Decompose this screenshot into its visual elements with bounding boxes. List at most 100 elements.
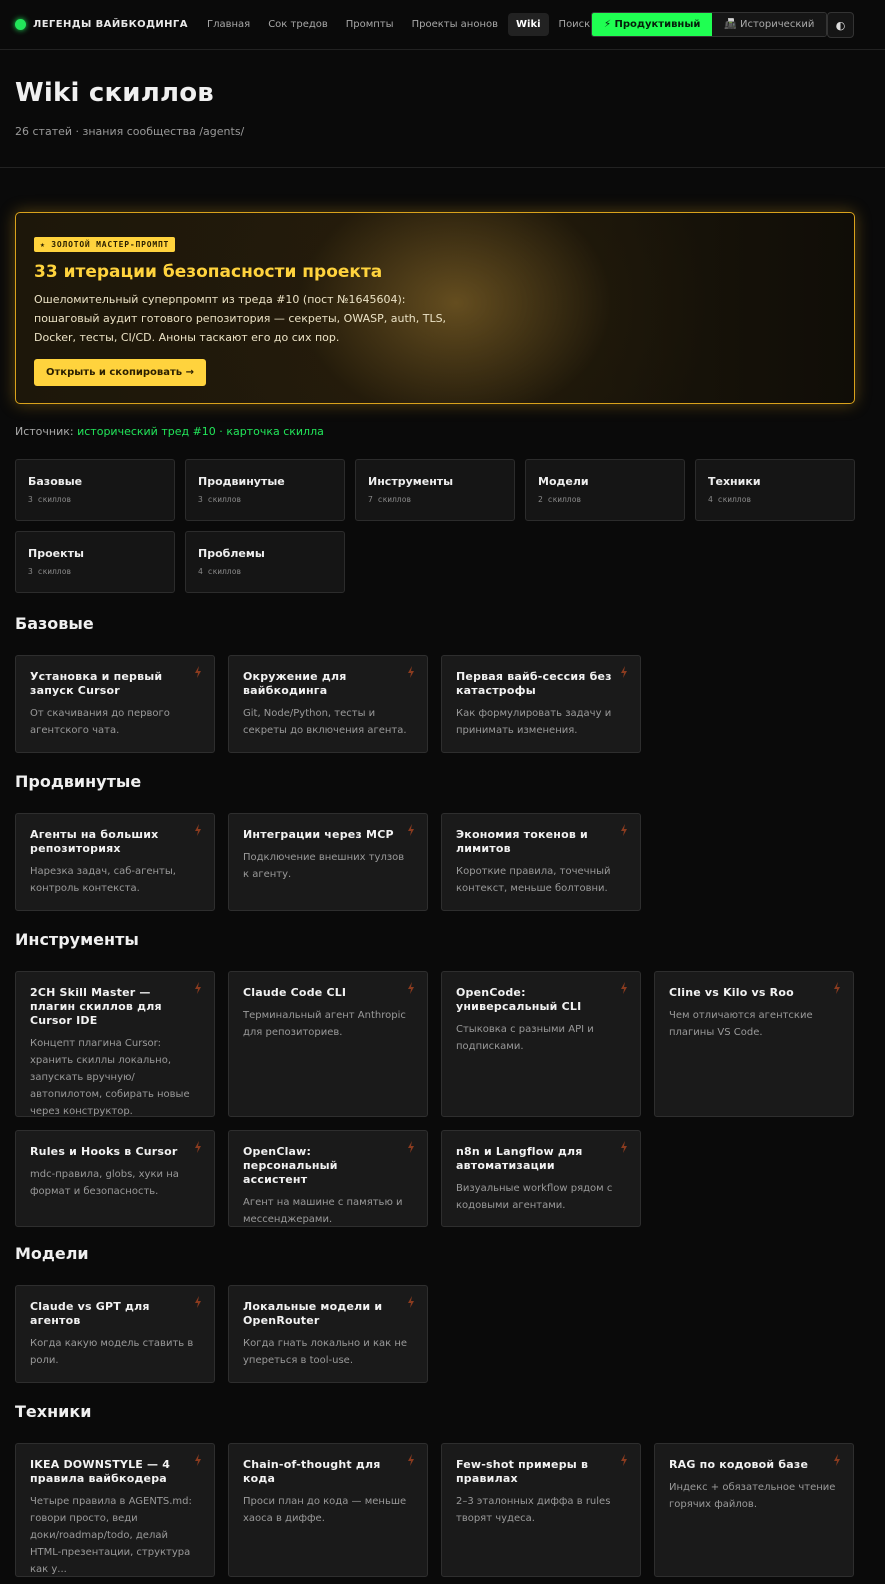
card-description: Когда гнать локально и как не упереться … [243, 1338, 408, 1366]
card-description: Концепт плагина Cursor: хранить скиллы л… [30, 1038, 190, 1117]
bolt-icon [195, 1296, 201, 1308]
skill-card[interactable]: Первая вайб-сессия без катастрофы Как фор… [441, 655, 641, 753]
skill-card[interactable]: OpenCode: универсальный CLI Стыковка с ра… [441, 971, 641, 1117]
skill-card[interactable]: Claude vs GPT для агентов Когда какую мод… [15, 1285, 215, 1383]
skill-card[interactable]: Few-shot примеры в правилах 2–3 эталонных… [441, 1443, 641, 1577]
skill-card[interactable]: Локальные модели и OpenRouter Когда гнать… [228, 1285, 428, 1383]
card-title: Claude vs GPT для агентов [30, 1300, 150, 1327]
mode-toggle: ⚡ Продуктивный 📠 Исторический [591, 12, 828, 37]
card-description: Стыковка с разными API и подписками. [456, 1024, 594, 1052]
category-name: Проблемы [198, 547, 265, 560]
source-link-thread[interactable]: исторический тред #10 [77, 425, 216, 438]
skill-card[interactable]: Cline vs Kilo vs Roo Чем отличаются агент… [654, 971, 854, 1117]
card-description: Когда какую модель ставить в роли. [30, 1338, 194, 1366]
section-cards-techniques: IKEA DOWNSTYLE — 4 правила вайбкодера Чет… [15, 1443, 860, 1577]
source-line: Источник: исторический тред #10 · карточ… [15, 425, 324, 438]
source-link-card[interactable]: карточка скилла [226, 425, 324, 438]
open-copy-button[interactable]: Открыть и скопировать → [34, 359, 206, 386]
nav-threads[interactable]: Сок тредов [260, 13, 336, 36]
card-title: Локальные модели и OpenRouter [243, 1300, 383, 1327]
skill-card[interactable]: 2CH Skill Master — плагин скиллов для Cu… [15, 971, 215, 1117]
section-cards-advanced: Агенты на больших репозиториях Нарезка за… [15, 813, 860, 911]
bolt-icon [834, 1454, 840, 1466]
category-card[interactable]: Техники 4 скиллов [695, 459, 855, 521]
bolt-icon [621, 1141, 627, 1153]
source-separator: · [215, 425, 227, 438]
skill-card[interactable]: OpenClaw: персональный ассистент Агент на… [228, 1130, 428, 1227]
category-card[interactable]: Проблемы 4 скиллов [185, 531, 345, 593]
mode-productive-button[interactable]: ⚡ Продуктивный [592, 13, 713, 36]
bolt-icon [195, 824, 201, 836]
card-description: От скачивания до первого агентского чата… [30, 708, 170, 736]
skill-card[interactable]: Экономия токенов и лимитов Короткие прави… [441, 813, 641, 911]
card-title: Few-shot примеры в правилах [456, 1458, 589, 1485]
skill-card[interactable]: Chain-of-thought для кода Проси план до к… [228, 1443, 428, 1577]
category-name: Техники [708, 475, 761, 488]
card-title: Агенты на больших репозиториях [30, 828, 159, 855]
card-description: Как формулировать задачу и принимать изм… [456, 708, 612, 736]
bolt-icon [834, 982, 840, 994]
category-card[interactable]: Инструменты 7 скиллов [355, 459, 515, 521]
card-description: 2–3 эталонных диффа в rules творят чудес… [456, 1496, 611, 1524]
logo-text: ЛЕГЕНДЫ ВАЙБКОДИНГА [33, 19, 188, 30]
skill-card[interactable]: Агенты на больших репозиториях Нарезка за… [15, 813, 215, 911]
bolt-icon [195, 1454, 201, 1466]
category-card[interactable]: Модели 2 скиллов [525, 459, 685, 521]
bolt-icon [621, 666, 627, 678]
bolt-icon [621, 824, 627, 836]
card-title: Интеграции через MCP [243, 828, 394, 841]
hero-banner: ★ ЗОЛОТОЙ МАСТЕР-ПРОМПТ 33 итерации безо… [15, 212, 855, 404]
skill-card[interactable]: n8n и Langflow для автоматизации Визуальн… [441, 1130, 641, 1227]
category-count: 4 скиллов [708, 495, 752, 504]
nav-wiki[interactable]: Wiki [508, 13, 549, 36]
category-count: 2 скиллов [538, 495, 582, 504]
nav-prompts[interactable]: Промпты [338, 13, 402, 36]
skill-card[interactable]: Rules и Hooks в Cursor mdc-правила, globs… [15, 1130, 215, 1227]
section-cards-tools: 2CH Skill Master — плагин скиллов для Cu… [15, 971, 860, 1227]
category-grid: Базовые 3 скиллов Продвинутые 3 скиллов Ин… [15, 459, 860, 593]
card-description: Индекс + обязательное чтение горячих фай… [669, 1482, 836, 1510]
bolt-icon [408, 1141, 414, 1153]
section-title-advanced: Продвинутые [15, 772, 142, 791]
card-title: OpenClaw: персональный ассистент [243, 1145, 338, 1186]
section-title-models: Модели [15, 1244, 89, 1263]
hero-badge: ★ ЗОЛОТОЙ МАСТЕР-ПРОМПТ [34, 237, 176, 252]
section-title-basic: Базовые [15, 614, 94, 633]
card-title: 2CH Skill Master — плагин скиллов для Cu… [30, 986, 162, 1027]
skill-card[interactable]: RAG по кодовой базе Индекс + обязательное… [654, 1443, 854, 1577]
category-card[interactable]: Базовые 3 скиллов [15, 459, 175, 521]
card-title: IKEA DOWNSTYLE — 4 правила вайбкодера [30, 1458, 171, 1485]
card-title: Установка и первый запуск Cursor [30, 670, 163, 697]
nav-projects[interactable]: Проекты анонов [404, 13, 506, 36]
skill-card[interactable]: Установка и первый запуск Cursor От скачи… [15, 655, 215, 753]
category-count: 3 скиллов [28, 495, 72, 504]
card-title: Chain-of-thought для кода [243, 1458, 381, 1485]
theme-toggle-icon[interactable]: ◐ [827, 12, 854, 38]
page-title: Wiki скиллов [15, 78, 214, 108]
card-title: Экономия токенов и лимитов [456, 828, 588, 855]
bolt-icon [621, 982, 627, 994]
bolt-icon [408, 666, 414, 678]
bolt-icon [195, 666, 201, 678]
category-card[interactable]: Проекты 3 скиллов [15, 531, 175, 593]
category-name: Модели [538, 475, 589, 488]
logo-dot-icon [15, 19, 26, 30]
bolt-icon [621, 1454, 627, 1466]
card-description: Визуальные workflow рядом с кодовыми аге… [456, 1183, 613, 1211]
skill-card[interactable]: IKEA DOWNSTYLE — 4 правила вайбкодера Чет… [15, 1443, 215, 1577]
skill-card[interactable]: Интеграции через MCP Подключение внешних … [228, 813, 428, 911]
card-description: Короткие правила, точечный контекст, мен… [456, 866, 611, 894]
section-title-tools: Инструменты [15, 930, 139, 949]
skill-card[interactable]: Окружение для вайбкодинга Git, Node/Pytho… [228, 655, 428, 753]
logo[interactable]: ЛЕГЕНДЫ ВАЙБКОДИНГА [15, 19, 195, 30]
mode-historical-button[interactable]: 📠 Исторический [712, 13, 827, 36]
bolt-icon [195, 1141, 201, 1153]
category-card[interactable]: Продвинутые 3 скиллов [185, 459, 345, 521]
section-title-techniques: Техники [15, 1402, 92, 1421]
nav-home[interactable]: Главная [199, 13, 258, 36]
category-name: Продвинутые [198, 475, 285, 488]
skill-card[interactable]: Claude Code CLI Терминальный агент Anthro… [228, 971, 428, 1117]
card-description: Терминальный агент Anthropic для репозит… [243, 1010, 406, 1038]
card-description: Проси план до кода — меньше хаоса в дифф… [243, 1496, 407, 1524]
category-count: 4 скиллов [198, 567, 242, 576]
